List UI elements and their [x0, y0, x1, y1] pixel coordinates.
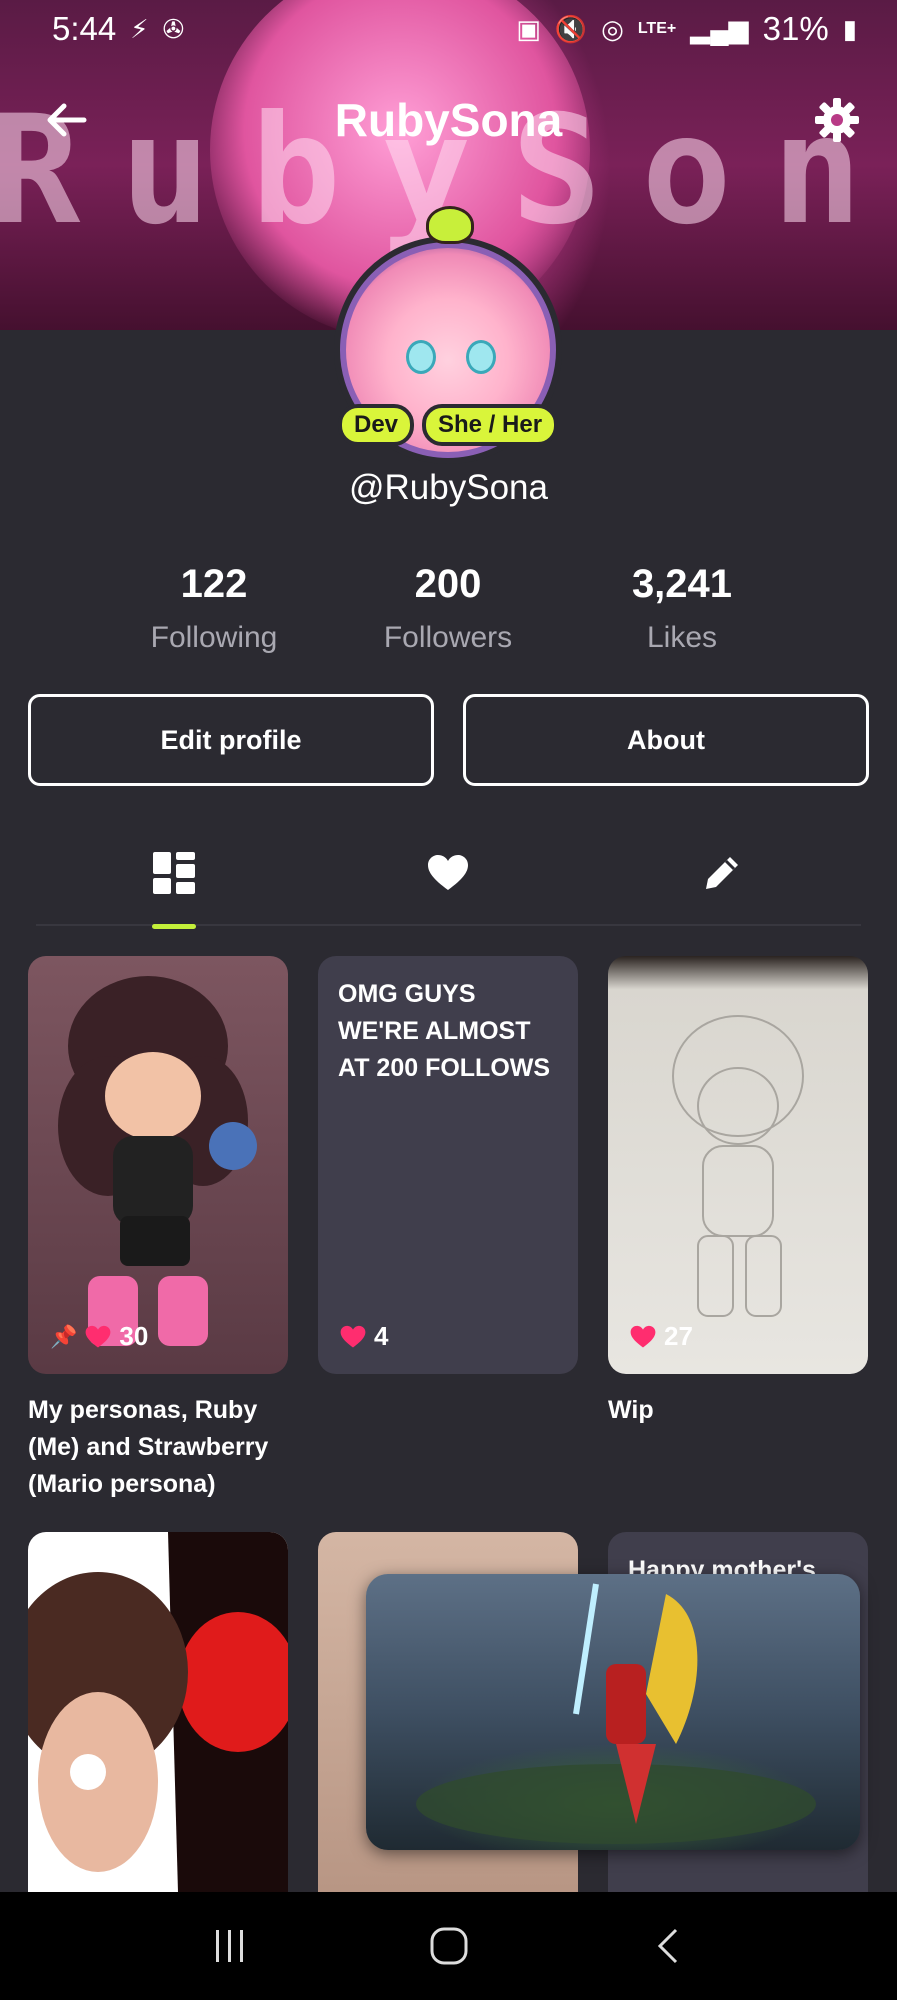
pin-icon: 📌	[50, 1323, 78, 1349]
post-likes: 27	[630, 1321, 693, 1352]
video-frame-art	[416, 1583, 816, 1844]
home-icon	[430, 1927, 467, 1965]
post-likes: 4	[340, 1321, 388, 1352]
page-title: RubySona	[334, 94, 563, 146]
stat-following[interactable]: 122 Following	[104, 562, 324, 655]
post-card[interactable]: OMG GUYS WE'RE ALMOST AT 200 FOLLOWS 4	[318, 956, 578, 1374]
recent-apps-button[interactable]	[200, 1916, 260, 1976]
heart-icon	[86, 1325, 111, 1348]
post-thumbnail-art	[28, 1532, 288, 1892]
stat-value: 122	[180, 562, 248, 606]
settings-button[interactable]	[809, 92, 865, 148]
aperture-icon: ✇	[162, 13, 185, 44]
system-nav-bar	[0, 1892, 897, 2000]
post-text: OMG GUYS WE'RE ALMOST AT 200 FOLLOWS	[338, 980, 551, 1082]
frog-accessory	[426, 206, 474, 244]
username: @RubySona	[349, 468, 548, 507]
post-caption[interactable]: My personas, Ruby (Me) and Strawberry (M…	[28, 1392, 308, 1503]
post-thumbnail-art	[58, 976, 257, 1346]
tab-drafts[interactable]	[662, 820, 782, 926]
tab-posts[interactable]	[114, 820, 234, 929]
edit-profile-button[interactable]: Edit profile	[28, 694, 434, 786]
post-card[interactable]: 📌 30	[28, 956, 288, 1374]
status-bar: 5:44 ⚡ ✇ ▣ 🔇 ◎ LTE+ ▂▄▆ 31% ▮	[0, 0, 897, 58]
like-count: 27	[664, 1321, 693, 1351]
battery-icon: ▮	[842, 13, 857, 44]
active-tab-indicator	[152, 924, 196, 929]
stat-followers[interactable]: 200 Followers	[338, 562, 558, 655]
recents-icon	[215, 1930, 243, 1962]
heart-icon	[340, 1325, 366, 1348]
network-type: LTE+	[637, 20, 677, 37]
heart-icon	[630, 1325, 656, 1348]
hotspot-icon: ◎	[601, 13, 624, 44]
post-caption[interactable]: Wip	[608, 1392, 888, 1429]
post-likes: 📌 30	[50, 1321, 148, 1352]
gear-icon	[815, 98, 859, 142]
avatar-eye-right	[466, 340, 496, 374]
stat-label: Likes	[646, 621, 718, 654]
grid-icon	[153, 852, 195, 894]
post-card[interactable]: 27	[608, 956, 868, 1374]
arrow-left-icon	[47, 103, 87, 137]
back-button[interactable]	[40, 94, 92, 146]
nfc-icon: ▣	[516, 13, 541, 44]
badge-dev: Dev	[338, 404, 415, 446]
heart-icon	[428, 855, 468, 890]
pip-video-player[interactable]	[366, 1574, 860, 1850]
like-count: 4	[374, 1321, 389, 1351]
stat-value: 3,241	[631, 562, 733, 606]
battery-percent: 31%	[762, 10, 829, 47]
post-thumbnail-sketch	[672, 1015, 804, 1317]
stat-value: 200	[414, 562, 482, 606]
back-nav-button[interactable]	[638, 1916, 698, 1976]
profile-tabs	[36, 820, 861, 929]
signal-icon: ▂▄▆	[690, 13, 749, 44]
home-button[interactable]	[419, 1916, 479, 1976]
bolt-icon: ⚡	[130, 13, 149, 44]
profile-stats: 122 Following 200 Followers 3,241 Likes	[0, 562, 897, 662]
like-count: 30	[119, 1321, 149, 1351]
pencil-icon	[706, 857, 738, 889]
post-card[interactable]	[28, 1532, 288, 1892]
stat-likes[interactable]: 3,241 Likes	[572, 562, 792, 655]
stat-label: Following	[150, 621, 278, 654]
mute-icon: 🔇	[554, 13, 588, 44]
tab-likes[interactable]	[388, 820, 508, 926]
avatar-eye-left	[406, 340, 436, 374]
status-time: 5:44	[52, 10, 117, 47]
badge-pronouns: She / Her	[422, 404, 559, 446]
profile-header: RubySona	[0, 82, 897, 158]
about-button[interactable]: About	[463, 694, 869, 786]
stat-label: Followers	[383, 621, 513, 654]
chevron-left-icon	[657, 1928, 677, 1964]
